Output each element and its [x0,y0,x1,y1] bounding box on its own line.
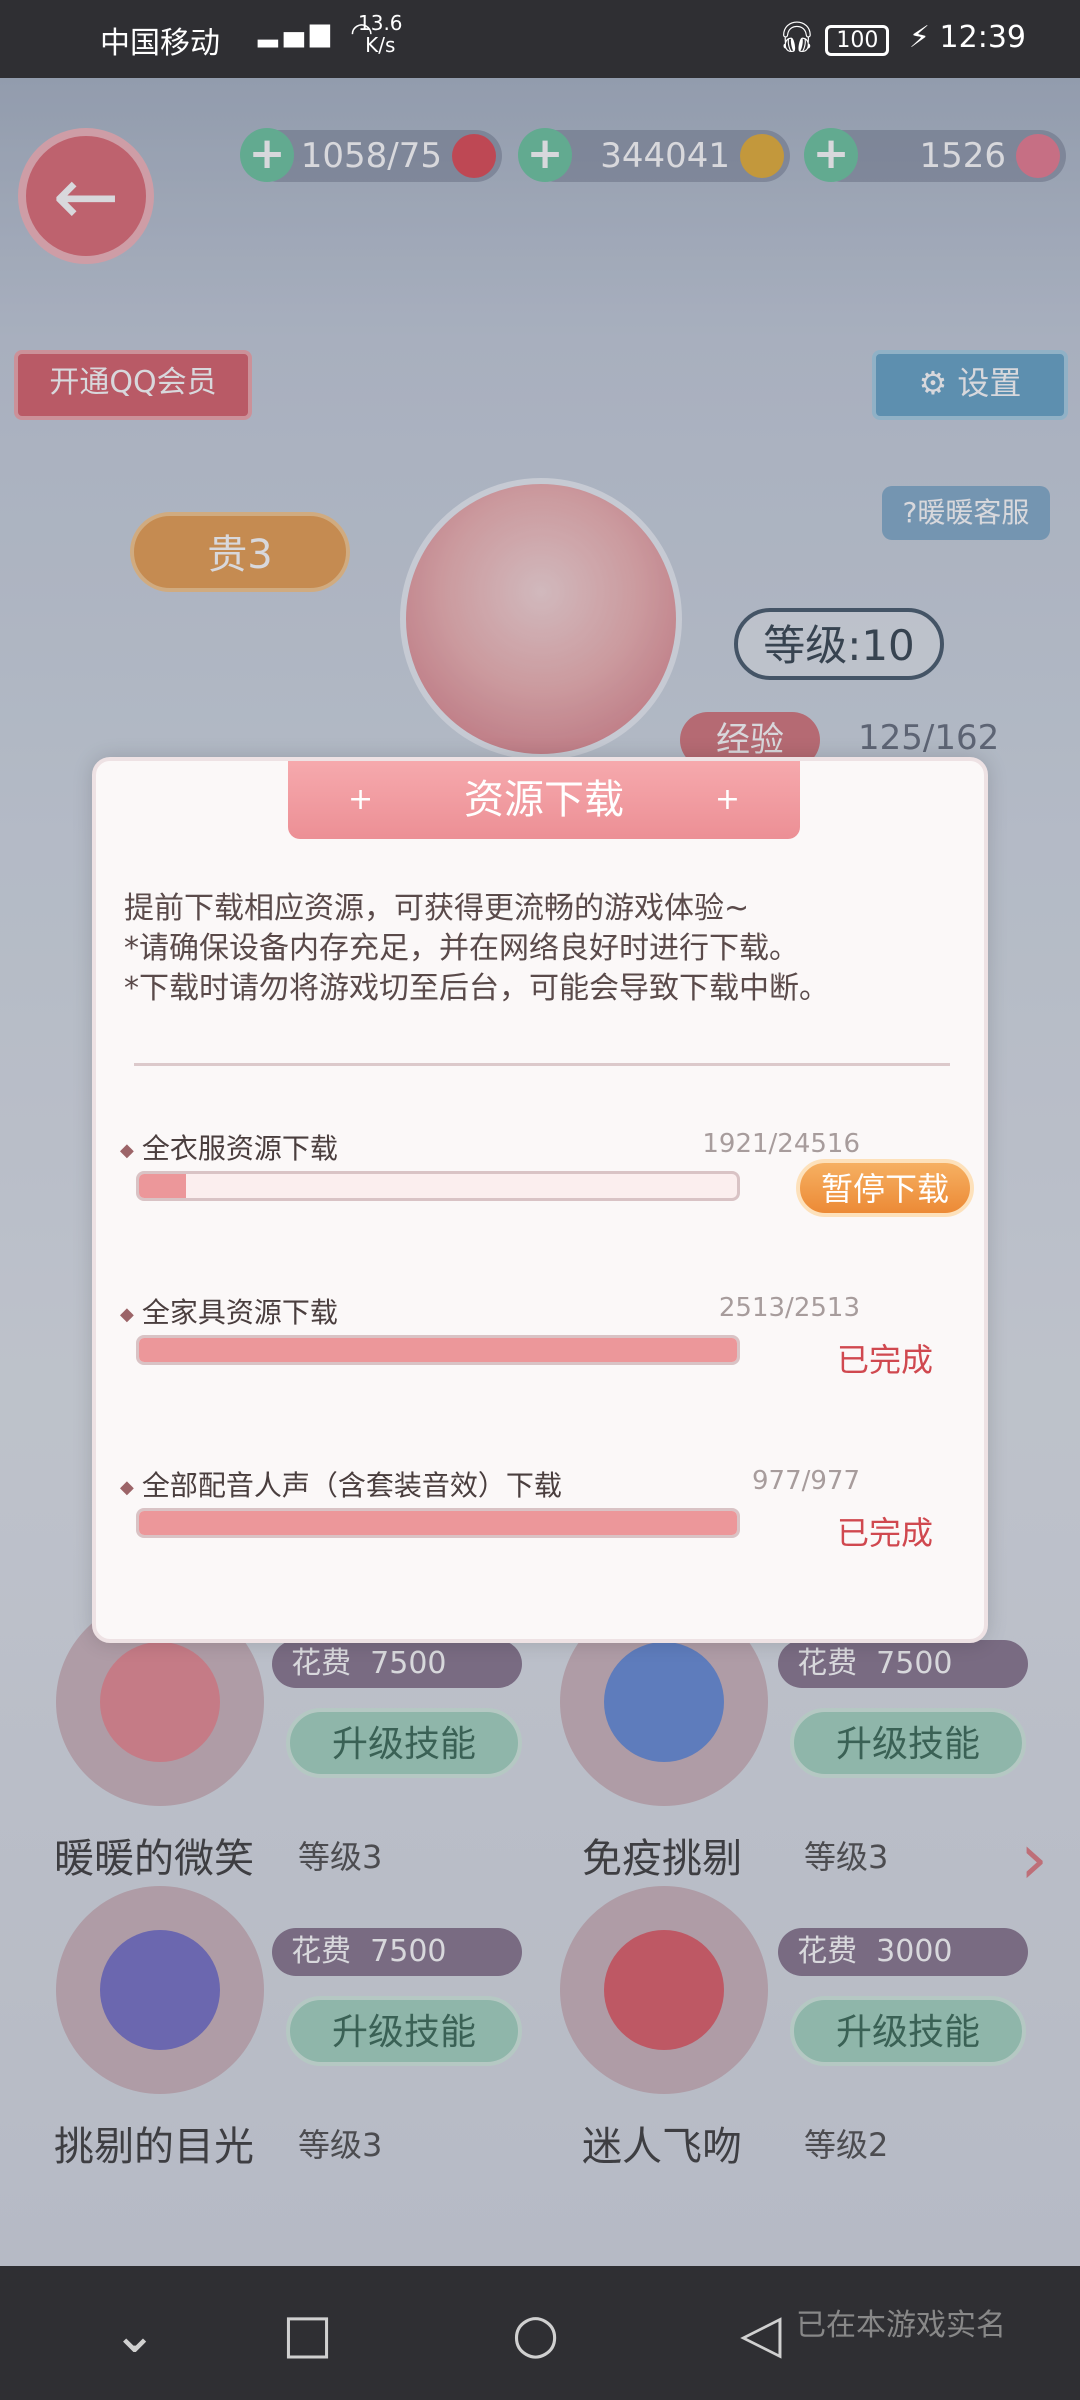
divider [134,1063,950,1066]
download-row-clothes: ◆ 全衣服资源下载 1921/24516 暂停下载 [120,1127,974,1247]
network-speed: 13.6 K/s [358,11,403,57]
progress-fill [139,1174,186,1198]
completed-status: 已完成 [836,1514,933,1552]
dialog-title-bar: + 资源下载 + [288,761,800,839]
headphones-icon: 🎧︎ [777,20,816,55]
charging-icon: ⚡ [908,20,930,55]
sparkle-icon: + [714,782,740,817]
dialog-title: 资源下载 [464,777,624,823]
download-count: 977/977 [751,1466,860,1496]
status-bar: 中国移动 ▂▄▆ ◠ 13.6 K/s 🎧︎ 100 ⚡ 12:39 [0,0,1080,78]
bullet-icon: ◆ [120,1139,134,1161]
pause-download-button[interactable]: 暂停下载 [796,1159,974,1217]
back-nav-button[interactable]: ◁ [740,2302,782,2366]
system-nav-bar: ⌄ □ ○ ◁ 已在本游戏实名 [0,2266,1080,2400]
progress-bar [136,1508,740,1538]
completed-status: 已完成 [836,1341,933,1379]
home-button[interactable]: ○ [512,2302,559,2366]
download-row-voice: ◆ 全部配音人声（含套装音效）下载 977/977 已完成 [120,1464,970,1584]
progress-fill [139,1338,737,1362]
download-row-furniture: ◆ 全家具资源下载 2513/2513 已完成 [120,1291,970,1411]
bullet-icon: ◆ [120,1476,134,1498]
dialog-description: 提前下载相应资源，可获得更流畅的游戏体验~ *请确保设备内存充足，并在网络良好时… [124,891,829,1006]
clock: 12:39 [939,20,1026,55]
progress-fill [139,1511,737,1535]
download-count: 1921/24516 [702,1129,860,1159]
progress-bar [136,1171,740,1201]
recents-button[interactable]: □ [282,2302,333,2366]
resource-download-dialog: + 资源下载 + 提前下载相应资源，可获得更流畅的游戏体验~ *请确保设备内存充… [92,757,988,1643]
download-count: 2513/2513 [718,1293,860,1323]
progress-bar [136,1335,740,1365]
sparkle-icon: + [348,782,374,817]
real-name-notice: 已在本游戏实名 [796,2308,1006,2343]
carrier-label: 中国移动 [100,26,220,61]
status-right: 🎧︎ 100 ⚡ 12:39 [778,20,1026,56]
bullet-icon: ◆ [120,1303,134,1325]
collapse-chevron-icon[interactable]: ⌄ [112,2302,157,2366]
battery-icon: 100 [825,25,890,56]
